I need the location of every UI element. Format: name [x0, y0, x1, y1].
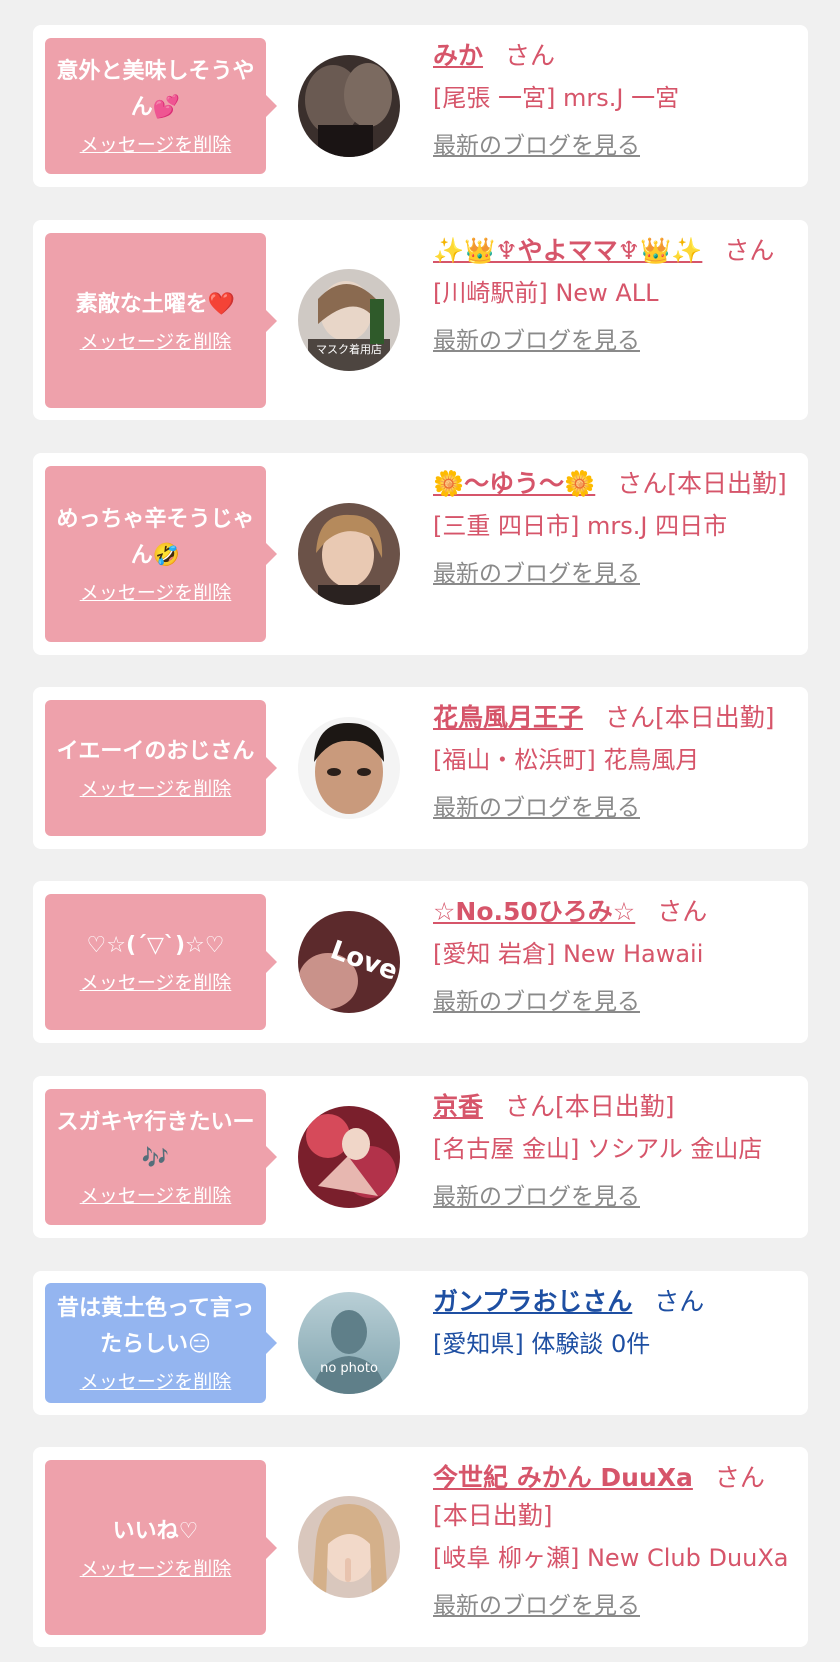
latest-blog-link[interactable]: 最新のブログを見る [433, 793, 640, 823]
message-card: スガキヤ行きたいー🎶 メッセージを削除 京香 さん[本日出勤] [名古屋 金山] … [33, 1076, 808, 1238]
user-name-link[interactable]: みか [433, 41, 483, 70]
entry-info: 🌼〜ゆう〜🌼 さん[本日出勤] [三重 四日市] mrs.J 四日市 最新のブログ… [433, 465, 790, 589]
entry-info: ✨👑♆やよママ♆👑✨ さん [川崎駅前] New ALL 最新のブログを見る [433, 232, 790, 356]
delete-message-link[interactable]: メッセージを削除 [80, 970, 232, 996]
user-name-link[interactable]: ☆No.50ひろみ☆ [433, 897, 635, 926]
message-list: 意外と美味しそうやん💕 メッセージを削除 みか さん [尾張 一宮] mrs.J … [0, 0, 840, 1662]
message-card: めっちゃ辛そうじゃん🤣 メッセージを削除 🌼〜ゆう〜🌼 さん[本日出勤] [三重 … [33, 453, 808, 655]
delete-message-link[interactable]: メッセージを削除 [80, 580, 232, 606]
name-suffix: さん [654, 1287, 705, 1316]
entry-info: 京香 さん[本日出勤] [名古屋 金山] ソシアル 金山店 最新のブログを見る [433, 1088, 790, 1212]
avatar-caption: マスク着用店 [316, 342, 382, 356]
message-card: ♡☆(´▽`)☆♡ メッセージを削除 Love ☆No.50ひろみ☆ さん [愛知… [33, 881, 808, 1043]
name-line: 花鳥風月王子 さん[本日出勤] [433, 699, 790, 737]
message-text: ♡☆(´▽`)☆♡ [86, 933, 225, 958]
message-bubble: いいね♡ メッセージを削除 [45, 1460, 277, 1635]
avatar[interactable] [298, 717, 400, 819]
entry-info: みか さん [尾張 一宮] mrs.J 一宮 最新のブログを見る [433, 37, 790, 161]
avatar[interactable] [298, 55, 400, 157]
message-bubble: スガキヤ行きたいー🎶 メッセージを削除 [45, 1089, 277, 1225]
name-line: みか さん [433, 37, 790, 75]
delete-message-link[interactable]: メッセージを削除 [80, 776, 232, 802]
latest-blog-link[interactable]: 最新のブログを見る [433, 131, 640, 161]
avatar-caption: no photo [320, 1361, 378, 1376]
user-name-link[interactable]: ✨👑♆やよママ♆👑✨ [433, 236, 702, 265]
user-name-link[interactable]: 今世紀 みかん DuuXa [433, 1463, 693, 1492]
avatar[interactable]: マスク着用店 [298, 269, 400, 371]
message-bubble: 意外と美味しそうやん💕 メッセージを削除 [45, 38, 277, 174]
avatar[interactable] [298, 1496, 400, 1598]
name-suffix: さん [724, 236, 775, 265]
shop-info: [岐阜 柳ヶ瀬] New Club DuuXa [433, 1544, 789, 1572]
name-line: 京香 さん[本日出勤] [433, 1088, 790, 1126]
latest-blog-link[interactable]: 最新のブログを見る [433, 1182, 640, 1212]
message-bubble: イエーイのおじさん メッセージを削除 [45, 700, 277, 836]
message-bubble: 昔は黄土色って言ったらしい😑 メッセージを削除 [45, 1283, 277, 1403]
shop-info: [川崎駅前] New ALL [433, 279, 659, 307]
message-text: 意外と美味しそうやん💕 [56, 59, 255, 120]
delete-message-link[interactable]: メッセージを削除 [80, 1183, 232, 1209]
message-card: 昔は黄土色って言ったらしい😑 メッセージを削除 no photo ガンプラおじさ… [33, 1271, 808, 1415]
name-suffix: さん[本日出勤] [605, 703, 775, 732]
entry-info: ☆No.50ひろみ☆ さん [愛知 岩倉] New Hawaii 最新のブログを見… [433, 893, 790, 1017]
user-name-link[interactable]: ガンプラおじさん [433, 1287, 632, 1316]
avatar[interactable]: no photo [298, 1292, 400, 1394]
name-line: 🌼〜ゆう〜🌼 さん[本日出勤] [433, 465, 790, 503]
latest-blog-link[interactable]: 最新のブログを見る [433, 987, 640, 1017]
avatar[interactable]: Love [298, 911, 400, 1013]
delete-message-link[interactable]: メッセージを削除 [80, 329, 232, 355]
name-suffix: さん[本日出勤] [617, 469, 787, 498]
message-card: いいね♡ メッセージを削除 今世紀 みかん DuuXa さん[本日出勤] [岐阜 … [33, 1447, 808, 1647]
shop-info: [福山・松浜町] 花鳥風月 [433, 746, 700, 774]
message-card: 素敵な土曜を❤️ メッセージを削除 マスク着用店 ✨👑♆やよママ♆👑✨ さん [川… [33, 220, 808, 420]
delete-message-link[interactable]: メッセージを削除 [80, 1556, 232, 1582]
message-text: めっちゃ辛そうじゃん🤣 [56, 507, 255, 568]
avatar[interactable] [298, 503, 400, 605]
shop-info: [名古屋 金山] ソシアル 金山店 [433, 1135, 763, 1163]
message-bubble: 素敵な土曜を❤️ メッセージを削除 [45, 233, 277, 408]
shop-info: [愛知 岩倉] New Hawaii [433, 940, 704, 968]
user-name-link[interactable]: 京香 [433, 1092, 483, 1121]
avatar[interactable] [298, 1106, 400, 1208]
latest-blog-link[interactable]: 最新のブログを見る [433, 559, 640, 589]
shop-info: [尾張 一宮] mrs.J 一宮 [433, 84, 680, 112]
entry-info: 花鳥風月王子 さん[本日出勤] [福山・松浜町] 花鳥風月 最新のブログを見る [433, 699, 790, 823]
user-name-link[interactable]: 🌼〜ゆう〜🌼 [433, 469, 595, 498]
latest-blog-link[interactable]: 最新のブログを見る [433, 326, 640, 356]
delete-message-link[interactable]: メッセージを削除 [80, 132, 232, 158]
message-bubble: めっちゃ辛そうじゃん🤣 メッセージを削除 [45, 466, 277, 642]
name-suffix: さん [657, 897, 708, 926]
message-text: 昔は黄土色って言ったらしい😑 [57, 1296, 254, 1357]
entry-info: 今世紀 みかん DuuXa さん[本日出勤] [岐阜 柳ヶ瀬] New Club … [433, 1459, 790, 1621]
name-suffix: さん[本日出勤] [505, 1092, 675, 1121]
name-suffix: さん [505, 41, 556, 70]
name-line: 今世紀 みかん DuuXa さん[本日出勤] [433, 1459, 790, 1535]
message-card: 意外と美味しそうやん💕 メッセージを削除 みか さん [尾張 一宮] mrs.J … [33, 25, 808, 187]
message-text: 素敵な土曜を❤️ [75, 291, 236, 317]
shop-info: [三重 四日市] mrs.J 四日市 [433, 512, 728, 540]
name-line: ✨👑♆やよママ♆👑✨ さん [433, 232, 790, 270]
shop-info: [愛知県] 体験談 0件 [433, 1330, 651, 1358]
latest-blog-link[interactable]: 最新のブログを見る [433, 1591, 640, 1621]
user-name-link[interactable]: 花鳥風月王子 [433, 703, 583, 732]
message-card: イエーイのおじさん メッセージを削除 花鳥風月王子 さん[本日出勤] [福山・松浜… [33, 687, 808, 849]
delete-message-link[interactable]: メッセージを削除 [80, 1369, 232, 1395]
name-line: ガンプラおじさん さん [433, 1283, 790, 1321]
name-line: ☆No.50ひろみ☆ さん [433, 893, 790, 931]
message-text: イエーイのおじさん [56, 739, 255, 764]
message-bubble: ♡☆(´▽`)☆♡ メッセージを削除 [45, 894, 277, 1030]
message-text: いいね♡ [112, 1518, 199, 1544]
entry-info: ガンプラおじさん さん [愛知県] 体験談 0件 [433, 1283, 790, 1361]
message-text: スガキヤ行きたいー🎶 [56, 1110, 255, 1171]
